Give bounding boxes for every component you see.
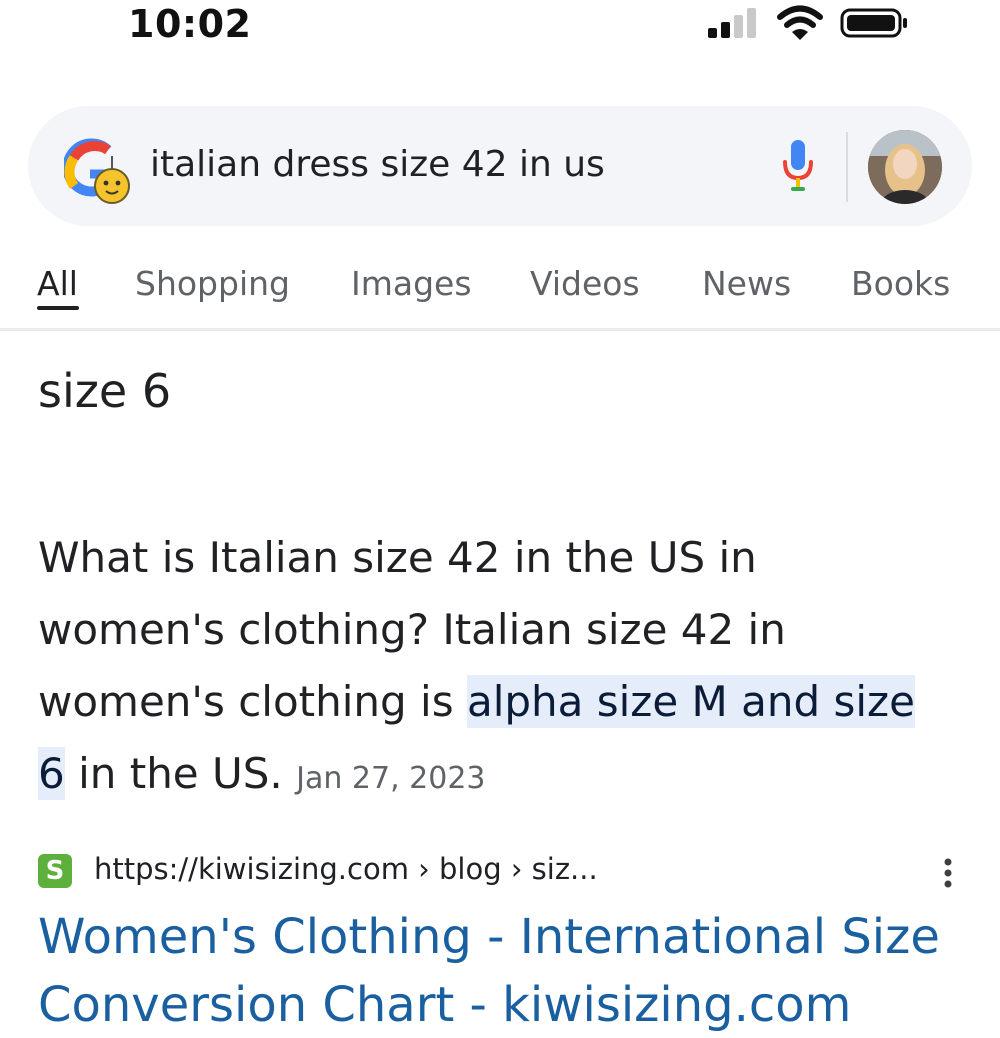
tab-all[interactable]: All [37, 264, 78, 303]
status-time: 10:02 [128, 2, 252, 46]
tab-videos[interactable]: Videos [530, 264, 640, 303]
google-doodle-logo[interactable] [64, 136, 136, 206]
snippet-text-end: in the US. [64, 749, 283, 798]
featured-snippet: What is Italian size 42 in the US in wom… [38, 522, 938, 815]
search-divider [846, 132, 848, 202]
result-title-link-line2[interactable]: Conversion Chart - kiwisizing.com [38, 972, 851, 1038]
avatar[interactable] [868, 130, 942, 204]
snippet-date: Jan 27, 2023 [296, 761, 486, 796]
featured-answer-title: size 6 [38, 364, 172, 418]
tab-images[interactable]: Images [351, 264, 472, 303]
cellular-signal-icon [708, 8, 756, 38]
avatar-image [868, 130, 942, 204]
search-bar[interactable]: italian dress size 42 in us [28, 106, 972, 226]
status-bar: 10:02 [0, 0, 1000, 60]
tab-shopping[interactable]: Shopping [135, 264, 290, 303]
tab-news[interactable]: News [702, 264, 791, 303]
result-title-link[interactable]: Women's Clothing - International Size [38, 904, 940, 970]
battery-icon [840, 8, 907, 38]
search-tabs: All Shopping Images Videos News Books [0, 256, 1000, 328]
search-input[interactable]: italian dress size 42 in us [150, 144, 605, 185]
microphone-icon[interactable] [780, 138, 816, 194]
wifi-icon [777, 5, 823, 40]
result-url[interactable]: https://kiwisizing.com › blog › siz... [94, 852, 598, 886]
site-favicon[interactable]: S [38, 854, 72, 888]
tabs-divider [0, 328, 1000, 331]
tab-books[interactable]: Books [851, 264, 950, 303]
active-tab-indicator [37, 306, 79, 310]
more-vert-icon[interactable] [938, 852, 958, 892]
